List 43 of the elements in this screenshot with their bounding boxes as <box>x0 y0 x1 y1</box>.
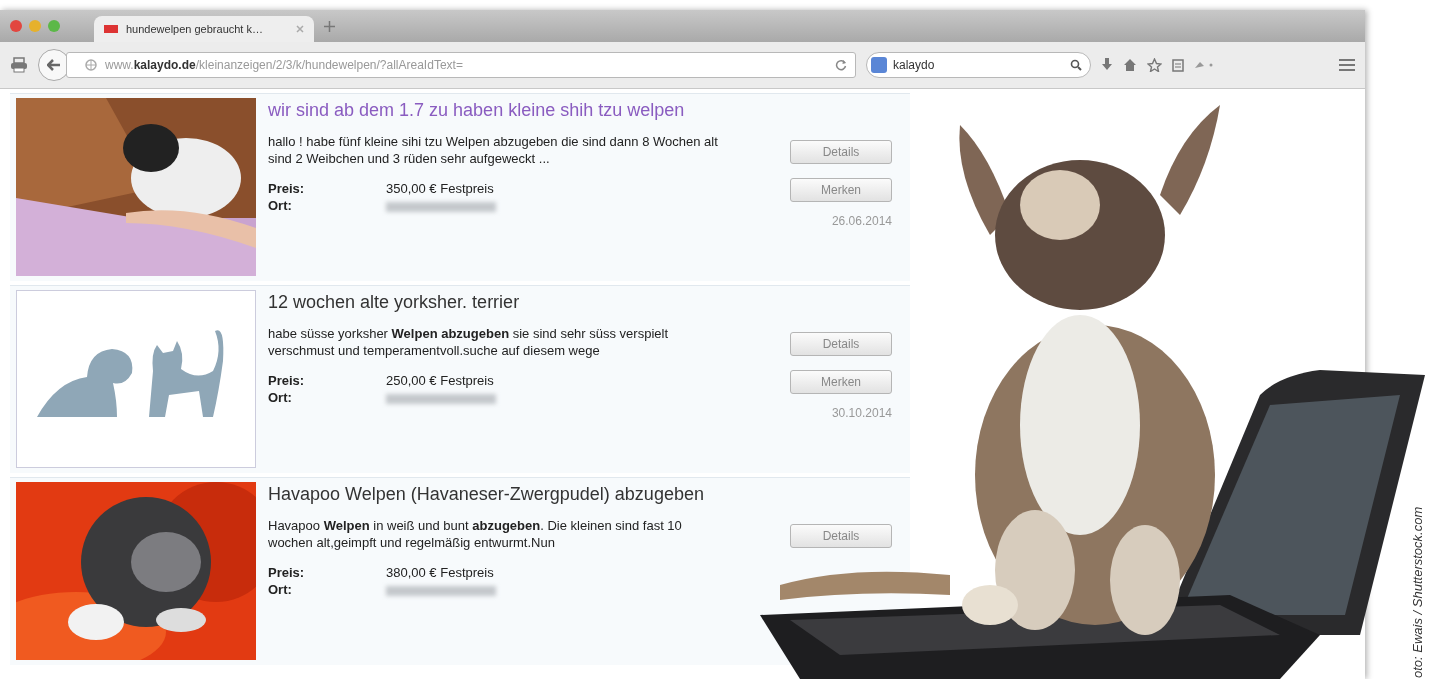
globe-icon <box>85 59 97 71</box>
close-window-button[interactable] <box>10 20 22 32</box>
listing-button[interactable]: Details <box>790 332 892 356</box>
listing-button[interactable]: Merken <box>790 370 892 394</box>
listing-title[interactable]: Havapoo Welpen (Havaneser-Zwergpudel) abzugeben <box>268 484 768 505</box>
favicon-icon <box>104 25 118 33</box>
search-field[interactable]: kalaydo <box>866 52 1091 78</box>
listing-button[interactable]: Details <box>790 140 892 164</box>
listing-button[interactable]: Details <box>790 524 892 548</box>
listing-description: habe süsse yorksher Welpen abzugeben sie sind sehr süss verspielt verschmust und temperamentvoll.suche auf diesem wege <box>268 325 670 359</box>
price-label: Preis: <box>268 181 306 196</box>
clipboard-icon[interactable] <box>1172 58 1184 72</box>
price-value: 380,00 € Festpreis <box>386 565 495 580</box>
price-label: Preis: <box>268 565 306 580</box>
listing-description: hallo ! habe fünf kleine sihi tzu Welpen abzugeben die sind dann 8 Wochen alt sind 2 Weibchen und 3 rüden sehr aufgeweckt ... <box>268 133 719 167</box>
blurred-text-icon <box>386 586 496 596</box>
browser-tab[interactable]: hundewelpen gebraucht k… <box>94 16 314 42</box>
place-label: Ort: <box>268 582 293 597</box>
price-value: 250,00 € Festpreis <box>386 373 495 388</box>
blurred-text-icon <box>386 202 496 212</box>
listing-description: Havapoo Welpen in weiß und bunt abzugeben. Die kleinen sind fast 10 wochen alt,geimpft und regelmäßig entwurmt.Nun <box>268 517 683 551</box>
listing-button[interactable]: Merken <box>790 178 892 202</box>
listing-date: 30.10.2014 <box>831 406 892 420</box>
home-icon[interactable] <box>1123 58 1137 72</box>
address-bar[interactable]: www.kalaydo.de/kleinanzeigen/2/3/k/hundewelpen/?allAreaIdText= <box>66 52 856 78</box>
listing-title[interactable]: wir sind ab dem 1.7 zu haben kleine shih tzu welpen <box>268 100 768 121</box>
blurred-text-icon <box>386 394 496 404</box>
arrow-left-icon <box>47 59 61 71</box>
price-label: Preis: <box>268 373 306 388</box>
place-label: Ort: <box>268 198 293 213</box>
listing-date: 26.06.2014 <box>831 214 892 228</box>
menu-icon[interactable] <box>1339 59 1355 71</box>
reload-icon[interactable] <box>835 59 847 71</box>
price-value: 350,00 € Festpreis <box>386 181 495 196</box>
printer-icon[interactable] <box>10 57 28 73</box>
plus-icon[interactable] <box>324 20 335 32</box>
listing-title[interactable]: 12 wochen alte yorksher. terrier <box>268 292 768 313</box>
star-icon[interactable] <box>1147 58 1162 72</box>
place-label: Ort: <box>268 390 293 405</box>
search-icon[interactable] <box>1070 59 1082 71</box>
download-icon[interactable] <box>1101 58 1113 72</box>
photo-credit: oto: Ewais / Shutterstock.com <box>1410 505 1425 678</box>
close-icon[interactable] <box>296 25 304 33</box>
